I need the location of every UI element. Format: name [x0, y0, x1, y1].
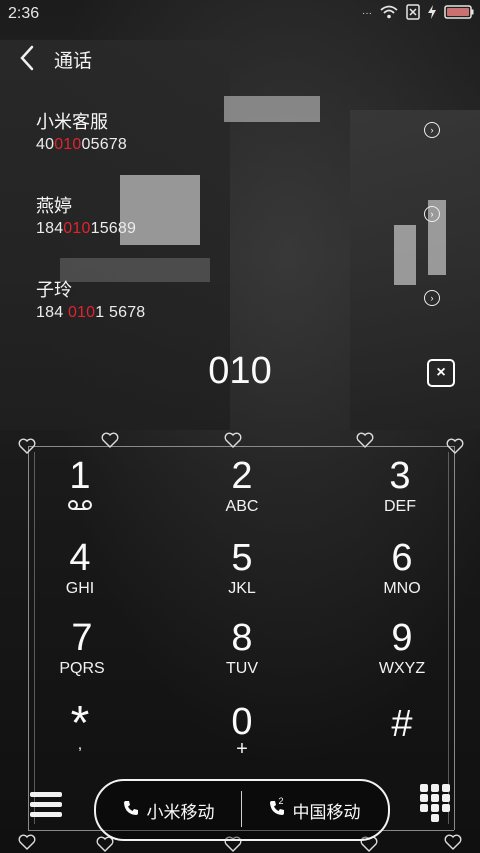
more-icon: ··· — [362, 8, 372, 19]
key-letters: PQRS — [59, 660, 105, 677]
sim2-label: 中国移动 — [292, 802, 361, 822]
status-bar: 2:36 ··· — [0, 0, 480, 28]
heart-ornament-icon — [224, 432, 242, 448]
heart-ornament-icon — [444, 834, 462, 850]
contact-suggestion[interactable]: 小米客服 4001005678 › — [36, 108, 446, 168]
heart-ornament-icon — [101, 432, 119, 448]
voicemail-icon — [20, 498, 140, 516]
page-title: 通话 — [54, 51, 93, 72]
key-9[interactable]: 9 WXYZ — [342, 618, 462, 690]
key-digit: 8 — [231, 617, 253, 659]
key-2[interactable]: 2 ABC — [182, 456, 302, 528]
key-7[interactable]: 7 PQRS — [22, 618, 142, 690]
status-time: 2:36 — [8, 5, 40, 22]
call-sim2-button[interactable]: 2 中国移动 — [242, 781, 387, 839]
contact-name: 小米客服 — [36, 112, 108, 132]
key-letters: WXYZ — [378, 660, 426, 677]
key-3[interactable]: 3 DEF — [340, 456, 460, 528]
key-digit: 2 — [231, 455, 253, 497]
key-5[interactable]: 5 JKL — [182, 538, 302, 610]
key-letters: MNO — [383, 580, 421, 597]
menu-button[interactable] — [30, 792, 62, 820]
heart-ornament-icon — [356, 432, 374, 448]
back-button[interactable] — [16, 44, 40, 72]
key-6[interactable]: 6 MNO — [342, 538, 462, 610]
delete-button[interactable]: × — [427, 359, 455, 387]
no-sim-icon — [406, 3, 420, 25]
contact-suggestion[interactable]: 子玲 184 0101 5678 › — [36, 276, 446, 336]
status-icons: ··· — [362, 3, 474, 25]
sim1-label: 小米移动 — [146, 802, 215, 822]
key-letters: TUV — [226, 660, 258, 677]
phone-icon — [123, 800, 139, 821]
heart-ornament-icon — [446, 438, 464, 454]
key-digit: # — [391, 703, 413, 745]
battery-icon — [444, 4, 474, 24]
key-letters: GHI — [65, 580, 95, 597]
call-sim1-button[interactable]: 小米移动 — [96, 781, 241, 839]
key-digit: 6 — [391, 537, 413, 579]
phone-icon: 2 — [269, 796, 285, 821]
wifi-icon — [380, 5, 398, 24]
contact-detail-icon[interactable]: › — [424, 290, 440, 306]
back-arrow-icon — [20, 45, 34, 71]
contact-name: 子玲 — [36, 280, 72, 300]
key-8[interactable]: 8 TUV — [182, 618, 302, 690]
contact-number: 4001005678 — [36, 136, 127, 153]
key-letters: + — [236, 738, 248, 760]
key-digit: 9 — [391, 617, 413, 659]
heart-ornament-icon — [18, 834, 36, 850]
keypad-toggle-button[interactable] — [418, 784, 452, 824]
key-letters: ABC — [225, 498, 259, 515]
contact-detail-icon[interactable]: › — [424, 206, 440, 222]
sim2-index: 2 — [278, 795, 284, 806]
call-buttons: 小米移动 2 中国移动 — [94, 779, 390, 841]
contact-name: 燕婷 — [36, 196, 72, 216]
key-hash[interactable]: # — [342, 704, 462, 776]
key-4[interactable]: 4 GHI — [20, 538, 140, 610]
key-star[interactable]: * , — [20, 700, 140, 776]
key-1[interactable]: 1 — [20, 456, 140, 528]
key-digit: 4 — [69, 537, 91, 579]
heart-ornament-icon — [18, 438, 36, 454]
menu-icon — [30, 792, 62, 797]
key-digit: 7 — [71, 617, 93, 659]
contact-detail-icon[interactable]: › — [424, 122, 440, 138]
contact-suggestion[interactable]: 燕婷 18401015689 › — [36, 192, 446, 252]
key-digit: 3 — [389, 455, 411, 497]
key-digit: 0 — [231, 701, 253, 743]
key-0[interactable]: 0 + — [182, 702, 302, 774]
dialed-number: 010 — [208, 350, 272, 392]
key-letters: , — [77, 736, 83, 753]
charging-icon — [428, 4, 436, 24]
key-digit: 1 — [69, 455, 91, 497]
key-letters: DEF — [384, 498, 416, 515]
contact-number: 18401015689 — [36, 220, 137, 237]
key-letters: JKL — [228, 580, 256, 597]
key-digit: 5 — [231, 537, 253, 579]
contact-number: 184 0101 5678 — [36, 304, 146, 321]
